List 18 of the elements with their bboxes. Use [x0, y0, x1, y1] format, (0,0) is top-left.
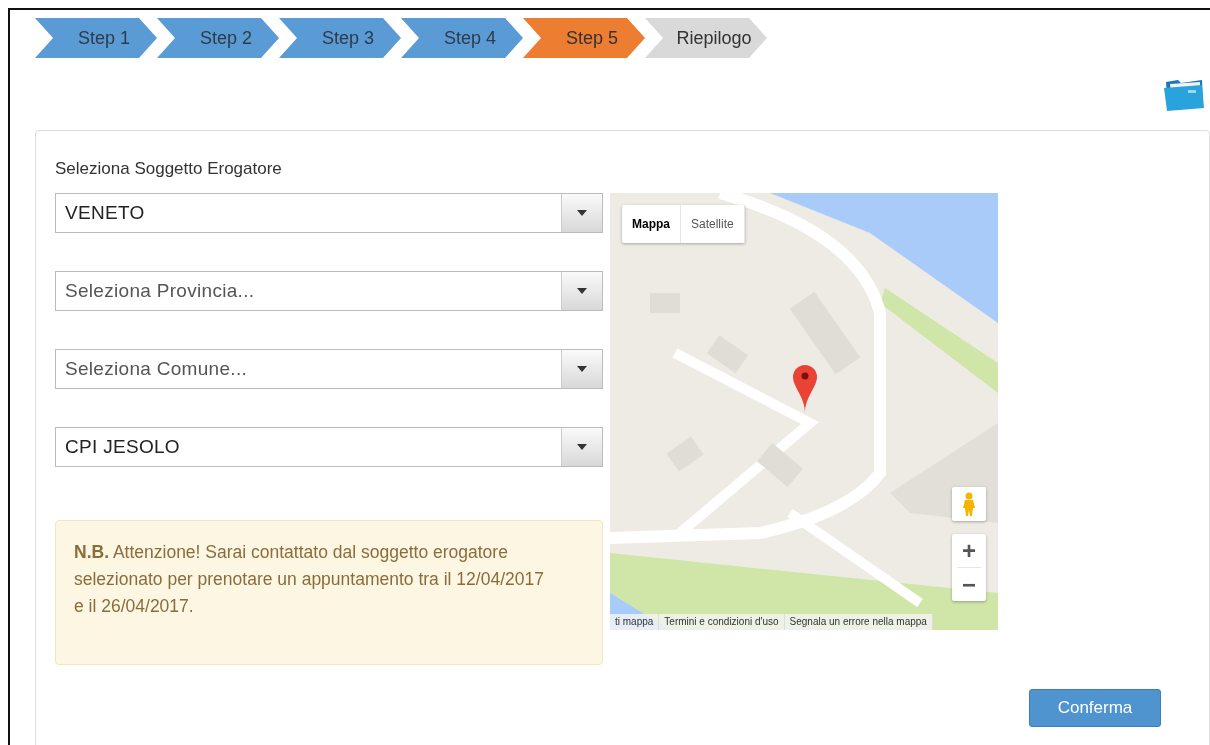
dropdown-field[interactable]: VENETO — [55, 193, 603, 233]
caret-icon — [577, 366, 587, 372]
notice-text: N.B. Attenzione! Sarai contattato dal soggetto erogatore selezionato per prenotare un appuntamento tra il 12/04/2017 e il 26/04/2017. — [55, 520, 603, 665]
dropdown-field[interactable]: Seleziona Provincia... — [55, 271, 603, 311]
person-icon — [963, 492, 975, 516]
caret-icon — [577, 210, 587, 216]
map-type-tab[interactable]: Satellite — [681, 205, 745, 243]
map-type-tab[interactable]: Mappa — [622, 205, 681, 243]
map-footer-link[interactable]: ti mappa — [610, 614, 660, 630]
caret-icon — [577, 444, 587, 450]
dropdown-field[interactable]: Seleziona Comune... — [55, 349, 603, 389]
section-title: Seleziona Soggetto Erogatore — [55, 159, 283, 179]
zoom-out-button[interactable]: − — [952, 568, 986, 601]
zoom-in-button[interactable]: + — [952, 534, 986, 567]
map-footer-link[interactable]: Termini e condizioni d'uso — [659, 614, 785, 630]
map-footer-link[interactable]: Segnala un errore nella mappa — [784, 614, 933, 630]
dropdown-field[interactable]: CPI JESOLO — [55, 427, 603, 467]
caret-icon — [577, 288, 587, 294]
